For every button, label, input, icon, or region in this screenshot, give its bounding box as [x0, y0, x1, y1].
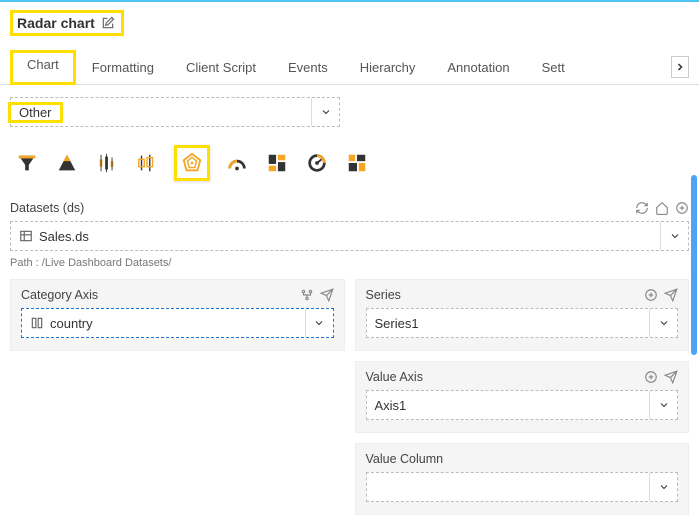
- value-axis-dropdown[interactable]: Axis1: [366, 390, 679, 420]
- category-axis-dropdown-button[interactable]: [305, 309, 333, 337]
- add-icon[interactable]: [644, 370, 658, 384]
- send-icon[interactable]: [320, 288, 334, 302]
- page-title: Radar chart: [17, 15, 95, 31]
- value-column-dropdown-button[interactable]: [649, 473, 677, 501]
- boxplot-icon[interactable]: [134, 150, 160, 176]
- value-axis-dropdown-button[interactable]: [649, 391, 677, 419]
- tab-formatting[interactable]: Formatting: [76, 52, 170, 83]
- send-icon[interactable]: [664, 288, 678, 302]
- chevron-down-icon: [658, 399, 670, 411]
- home-icon[interactable]: [655, 201, 669, 215]
- panel-header: Radar chart: [0, 2, 699, 36]
- chevron-down-icon: [313, 317, 325, 329]
- tab-events[interactable]: Events: [272, 52, 344, 83]
- chart-type-row: Other: [10, 97, 340, 127]
- series-panel: Series Series1: [355, 279, 690, 351]
- pyramid-icon[interactable]: [54, 150, 80, 176]
- value-column-label: Value Column: [366, 452, 444, 466]
- treemap-icon[interactable]: [264, 150, 290, 176]
- panel-body: Other Datasets (ds): [0, 85, 699, 522]
- series-dropdown-button[interactable]: [649, 309, 677, 337]
- datasets-value: Sales.ds: [39, 229, 89, 244]
- funnel-icon[interactable]: [14, 150, 40, 176]
- dataset-icon: [19, 229, 33, 243]
- radar-icon[interactable]: [174, 145, 210, 181]
- value-column-dropdown[interactable]: [366, 472, 679, 502]
- series-label: Series: [366, 288, 401, 302]
- series-value: Series1: [375, 316, 419, 331]
- tab-chart-highlight: Chart: [10, 50, 76, 85]
- chart-type-value: Other: [11, 101, 60, 124]
- chevron-down-icon: [658, 481, 670, 493]
- category-axis-panel: Category Axis country: [10, 279, 345, 351]
- vertical-scrollbar[interactable]: [691, 175, 697, 355]
- gauge-full-icon[interactable]: [304, 150, 330, 176]
- category-axis-label: Category Axis: [21, 288, 98, 302]
- datasets-dropdown[interactable]: Sales.ds: [10, 221, 689, 251]
- tab-hierarchy[interactable]: Hierarchy: [344, 52, 432, 83]
- edit-icon[interactable]: [101, 16, 115, 30]
- page-title-highlight: Radar chart: [10, 10, 124, 36]
- category-axis-dropdown[interactable]: country: [21, 308, 334, 338]
- tiles-icon[interactable]: [344, 150, 370, 176]
- datasets-label: Datasets (ds): [10, 201, 84, 215]
- series-dropdown[interactable]: Series1: [366, 308, 679, 338]
- datasets-dropdown-button[interactable]: [660, 222, 688, 250]
- chevron-down-icon: [669, 230, 681, 242]
- send-icon[interactable]: [664, 370, 678, 384]
- hierarchy-icon[interactable]: [300, 288, 314, 302]
- tab-chart[interactable]: Chart: [25, 57, 61, 78]
- value-column-panel: Value Column: [355, 443, 690, 515]
- refresh-icon[interactable]: [635, 201, 649, 215]
- chart-type-dropdown-button[interactable]: [311, 98, 339, 126]
- value-axis-value: Axis1: [375, 398, 407, 413]
- category-axis-value: country: [50, 316, 93, 331]
- tab-client-script[interactable]: Client Script: [170, 52, 272, 83]
- datasets-section: Datasets (ds) Sales.ds Path : /Live Dash…: [10, 195, 689, 269]
- datasets-path: Path : /Live Dashboard Datasets/: [10, 257, 689, 269]
- add-icon[interactable]: [644, 288, 658, 302]
- gauge-semi-icon[interactable]: [224, 150, 250, 176]
- tab-bar: Chart Formatting Client Script Events Hi…: [0, 50, 699, 85]
- chevron-down-icon: [320, 106, 332, 118]
- candlestick-icon[interactable]: [94, 150, 120, 176]
- tab-scroll-right[interactable]: [671, 56, 689, 78]
- add-icon[interactable]: [675, 201, 689, 215]
- tab-annotation[interactable]: Annotation: [431, 52, 525, 83]
- chevron-down-icon: [658, 317, 670, 329]
- chart-subtype-icons: [10, 141, 689, 185]
- tab-settings[interactable]: Sett: [526, 52, 581, 83]
- value-axis-panel: Value Axis Axis1: [355, 361, 690, 433]
- value-axis-label: Value Axis: [366, 370, 423, 384]
- chart-type-dropdown[interactable]: Other: [10, 97, 340, 127]
- column-icon: [30, 316, 44, 330]
